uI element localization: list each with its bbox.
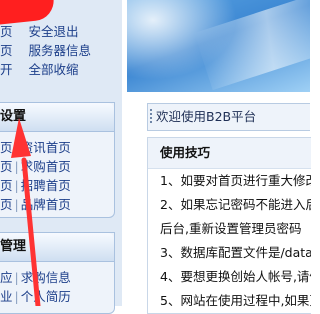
server-info-link[interactable]: 服务器信息 — [28, 43, 91, 58]
resume-link[interactable]: 个人简历 — [21, 289, 71, 304]
manage-panel-body: 应 | 求购信息 业 | 个人简历 — [0, 262, 114, 306]
top-link-row: 开 全部收缩 — [0, 60, 118, 79]
tips-title: 使用技巧 — [148, 138, 311, 169]
separator: | — [14, 197, 19, 212]
purchase-home-link[interactable]: 求购首页 — [21, 159, 71, 174]
tip-line: 3、数据库配置文件是/data/ — [160, 245, 311, 260]
sidebar: 页 安全退出 页 服务器信息 开 全部收缩 设置 页 | 资讯首页 页 | 求购首页 页… — [0, 0, 122, 314]
panel-link-row: 页 | 品牌首页 — [0, 195, 114, 214]
tip-line: 5、网站在使用过程中,如果更 — [160, 293, 311, 308]
truncated-link[interactable]: 页 — [0, 178, 13, 193]
tip-line: 2、如果忘记密码不能进入后 — [160, 197, 311, 212]
manage-panel-header[interactable]: 管理 — [0, 233, 114, 262]
truncated-link[interactable]: 页 — [0, 140, 13, 155]
separator: | — [14, 289, 19, 304]
truncated-link[interactable]: 页 — [0, 159, 13, 174]
separator: | — [14, 178, 19, 193]
truncated-link[interactable]: 开 — [0, 62, 13, 77]
separator: | — [14, 140, 19, 155]
purchase-info-link[interactable]: 求购信息 — [21, 270, 71, 285]
top-link-row: 页 服务器信息 — [0, 41, 118, 60]
jobs-home-link[interactable]: 招聘首页 — [21, 178, 71, 193]
settings-panel-header[interactable]: 设置 — [0, 103, 114, 132]
top-links: 页 安全退出 页 服务器信息 开 全部收缩 — [0, 22, 118, 79]
truncated-link[interactable]: 页 — [0, 24, 13, 39]
separator: | — [14, 159, 19, 174]
panel-link-row: 应 | 求购信息 — [0, 268, 114, 287]
panel-link-row: 业 | 个人简历 — [0, 287, 114, 306]
header-banner — [127, 0, 310, 92]
panel-link-row: 页 | 求购首页 — [0, 157, 114, 176]
top-link-row: 页 安全退出 — [0, 22, 118, 41]
tip-line: 1、如要对首页进行重大修改 — [160, 173, 311, 188]
tip-line: 4、要想更换创始人帐号,请修 — [160, 269, 311, 284]
welcome-bar: 欢迎使用B2B平台 — [147, 103, 310, 131]
settings-panel: 设置 页 | 资讯首页 页 | 求购首页 页 | 招聘首页 页 | 品牌首页 — [0, 102, 115, 218]
separator — [19, 62, 23, 77]
tips-box: 使用技巧 1、如要对首页进行重大修改 2、如果忘记密码不能进入后 后台,重新设置… — [147, 137, 311, 314]
panel-link-row: 页 | 招聘首页 — [0, 176, 114, 195]
grip-icon — [150, 109, 152, 125]
logout-link[interactable]: 安全退出 — [28, 24, 78, 39]
truncated-link[interactable]: 页 — [0, 197, 13, 212]
truncated-link[interactable]: 业 — [0, 289, 13, 304]
news-home-link[interactable]: 资讯首页 — [21, 140, 71, 155]
settings-panel-body: 页 | 资讯首页 页 | 求购首页 页 | 招聘首页 页 | 品牌首页 — [0, 132, 114, 214]
separator — [19, 24, 23, 39]
tip-line: 后台,重新设置管理员密码 — [160, 221, 302, 236]
separator — [19, 43, 23, 58]
main-content: 欢迎使用B2B平台 使用技巧 1、如要对首页进行重大修改 2、如果忘记密码不能进… — [147, 103, 311, 314]
truncated-link[interactable]: 页 — [0, 43, 13, 58]
truncated-link[interactable]: 应 — [0, 270, 13, 285]
brand-home-link[interactable]: 品牌首页 — [21, 197, 71, 212]
separator: | — [14, 270, 19, 285]
panel-link-row: 页 | 资讯首页 — [0, 138, 114, 157]
manage-panel: 管理 应 | 求购信息 业 | 个人简历 — [0, 232, 115, 314]
welcome-text: 欢迎使用B2B平台 — [156, 109, 257, 124]
collapse-all-link[interactable]: 全部收缩 — [28, 62, 78, 77]
